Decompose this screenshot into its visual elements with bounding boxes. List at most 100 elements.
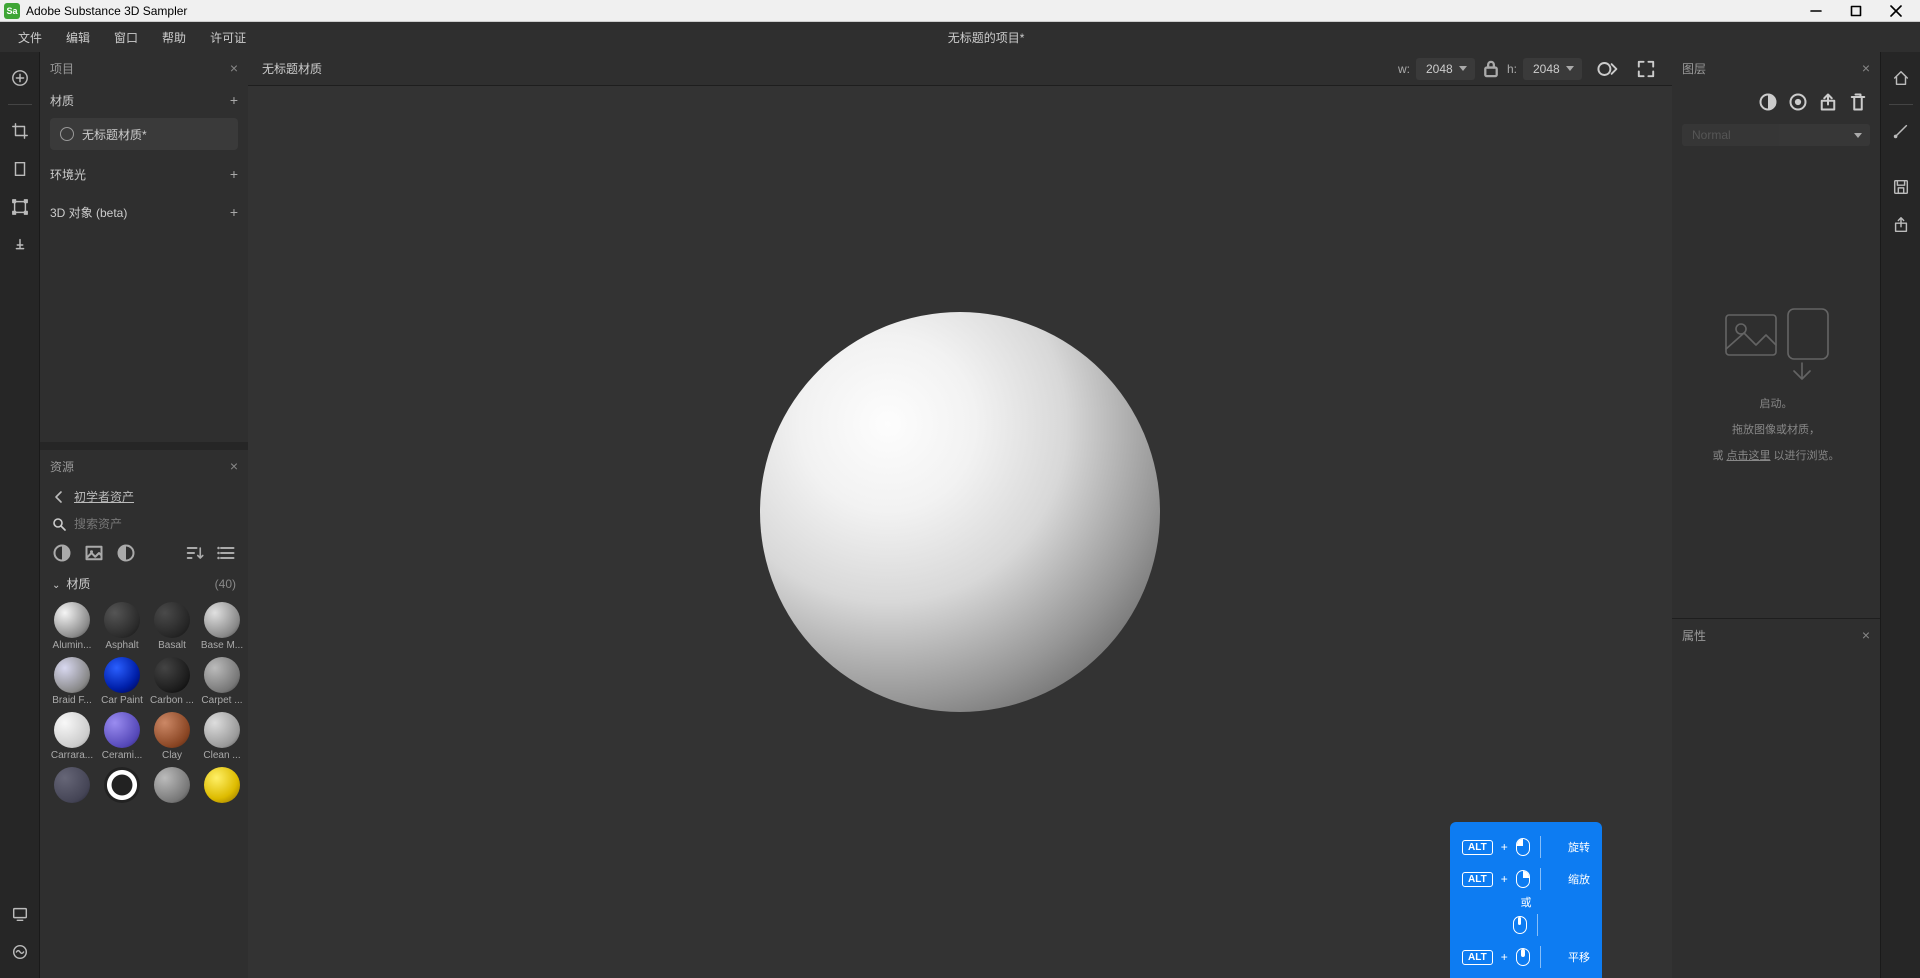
asset-item[interactable]: Asphalt	[100, 602, 144, 651]
menu-window[interactable]: 窗口	[102, 25, 150, 50]
display-tool-button[interactable]	[4, 898, 36, 930]
sort-button[interactable]	[184, 543, 204, 563]
asset-label: Alumin...	[50, 640, 94, 651]
project-material-item[interactable]: 无标题材质*	[50, 118, 238, 150]
asset-item[interactable]: Cerami...	[100, 712, 144, 761]
asset-thumb	[104, 657, 140, 693]
asset-item[interactable]	[150, 767, 194, 805]
asset-item[interactable]: Clean ...	[200, 712, 244, 761]
asset-category-label: 材质	[66, 577, 90, 591]
asset-label: Carbon ...	[150, 695, 194, 706]
asset-item[interactable]: Alumin...	[50, 602, 94, 651]
adjustment-layer-button[interactable]	[1758, 92, 1778, 112]
dropzone-browse-link[interactable]: 点击这里	[1727, 450, 1771, 462]
alt-key-badge: ALT	[1462, 950, 1493, 965]
viewport-header: 无标题材质 w: 2048 h: 2048	[248, 52, 1672, 86]
divider	[1889, 104, 1913, 105]
asset-back-label: 初学者资产	[74, 488, 134, 505]
asset-thumb	[54, 767, 90, 803]
add-3dobject-button[interactable]: +	[230, 204, 238, 220]
filter-contrast-button[interactable]	[116, 543, 136, 563]
window-close-button[interactable]	[1876, 0, 1916, 22]
asset-item[interactable]: Braid F...	[50, 657, 94, 706]
asset-item[interactable]: Carrara...	[50, 712, 94, 761]
warp-tool-button[interactable]	[4, 153, 36, 185]
cloud-tool-button[interactable]	[4, 936, 36, 968]
share-button[interactable]	[1885, 209, 1917, 241]
transform-tool-button[interactable]	[4, 191, 36, 223]
dropzone-line3-post: 以进行浏览。	[1771, 450, 1840, 462]
asset-search-row	[40, 511, 248, 537]
document-title: 无标题的项目*	[258, 29, 1714, 46]
clone-tool-button[interactable]	[4, 229, 36, 261]
filter-sphere-button[interactable]	[52, 543, 72, 563]
asset-label: Carrara...	[50, 750, 94, 761]
asset-thumb	[204, 767, 240, 803]
menu-edit[interactable]: 编辑	[54, 25, 102, 50]
asset-item[interactable]: Basalt	[150, 602, 194, 651]
hint-rotate-row: ALT + 旋转	[1462, 836, 1590, 858]
add-envlight-button[interactable]: +	[230, 166, 238, 182]
materials-section-label[interactable]: 材质	[50, 92, 74, 109]
project-panel-close-icon[interactable]: ×	[230, 60, 238, 76]
width-select[interactable]: 2048	[1416, 58, 1475, 80]
menu-license[interactable]: 许可证	[198, 25, 258, 50]
properties-panel-title: 属性	[1682, 627, 1706, 644]
brush-button[interactable]	[1885, 115, 1917, 147]
viewport-tab-label[interactable]: 无标题材质	[262, 60, 322, 77]
asset-item[interactable]: Car Paint	[100, 657, 144, 706]
asset-item[interactable]: Carpet ...	[200, 657, 244, 706]
mouse-left-icon	[1516, 838, 1530, 856]
asset-panel-close-icon[interactable]: ×	[230, 458, 238, 474]
asset-toolbar	[40, 537, 248, 569]
blend-mode-select[interactable]: Normal	[1682, 124, 1870, 146]
asset-search-input[interactable]	[74, 517, 236, 531]
asset-item[interactable]: Base M...	[200, 602, 244, 651]
export-layer-button[interactable]	[1818, 92, 1838, 112]
add-material-button[interactable]: +	[230, 92, 238, 108]
viewport-column: 无标题材质 w: 2048 h: 2048 ALT + 旋转	[248, 52, 1672, 978]
menu-file[interactable]: 文件	[6, 25, 54, 50]
list-view-button[interactable]	[216, 543, 236, 563]
height-select[interactable]: 2048	[1523, 58, 1582, 80]
menu-help[interactable]: 帮助	[150, 25, 198, 50]
layers-dropzone[interactable]: 启动。 拖放图像或材质， 或 点击这里 以进行浏览。	[1672, 150, 1880, 618]
asset-back-link[interactable]: 初学者资产	[40, 482, 248, 511]
asset-thumb	[54, 712, 90, 748]
fullscreen-button[interactable]	[1634, 57, 1658, 81]
asset-label: Asphalt	[100, 640, 144, 651]
asset-item[interactable]	[50, 767, 94, 805]
properties-panel-close-icon[interactable]: ×	[1862, 627, 1870, 643]
project-panel: 项目 × 材质 + 无标题材质* 环境光 + 3D 对象 (beta)	[40, 52, 248, 442]
app-icon: Sa	[4, 3, 20, 19]
asset-panel-title: 资源	[50, 458, 74, 475]
fill-layer-button[interactable]	[1788, 92, 1808, 112]
asset-item[interactable]: Carbon ...	[150, 657, 194, 706]
asset-thumb	[204, 712, 240, 748]
crop-tool-button[interactable]	[4, 115, 36, 147]
titlebar: Sa Adobe Substance 3D Sampler	[0, 0, 1920, 22]
dropzone-line2: 拖放图像或材质，	[1732, 421, 1820, 437]
layers-panel-close-icon[interactable]: ×	[1862, 60, 1870, 76]
dimension-lock-icon[interactable]	[1481, 59, 1501, 79]
window-minimize-button[interactable]	[1796, 0, 1836, 22]
asset-category-header[interactable]: ⌄材质 (40)	[40, 569, 248, 598]
add-tool-button[interactable]	[4, 62, 36, 94]
asset-item[interactable]	[100, 767, 144, 805]
asset-item[interactable]: Clay	[150, 712, 194, 761]
window-maximize-button[interactable]	[1836, 0, 1876, 22]
save-button[interactable]	[1885, 171, 1917, 203]
mouse-middle-icon	[1516, 948, 1530, 966]
filter-image-button[interactable]	[84, 543, 104, 563]
left-toolbar	[0, 52, 40, 978]
objects3d-section-label[interactable]: 3D 对象 (beta)	[50, 204, 127, 221]
envlight-section-label[interactable]: 环境光	[50, 166, 86, 183]
asset-panel: 资源 × 初学者资产 ⌄材质 (40)	[40, 442, 248, 978]
asset-thumb	[104, 712, 140, 748]
delete-layer-button[interactable]	[1848, 92, 1868, 112]
home-button[interactable]	[1885, 62, 1917, 94]
hint-or-label: 或	[1462, 894, 1590, 910]
viewport-3d[interactable]: ALT + 旋转 ALT + 缩放 或	[248, 86, 1672, 978]
view-mode-button[interactable]	[1596, 57, 1620, 81]
asset-item[interactable]	[200, 767, 244, 805]
